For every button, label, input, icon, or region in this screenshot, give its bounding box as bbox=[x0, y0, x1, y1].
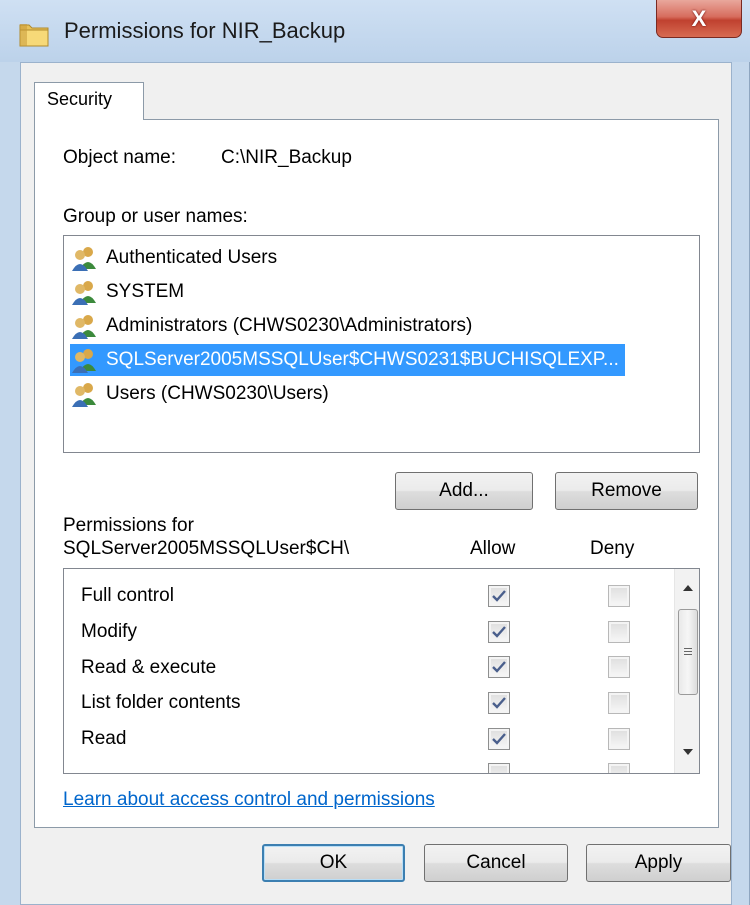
object-name-label: Object name: bbox=[63, 147, 176, 168]
permissions-dialog: Permissions for NIR_Backup X Security Ob… bbox=[0, 0, 750, 905]
list-item-label: SQLServer2005MSSQLUser$CHWS0231$BUCHISQL… bbox=[106, 349, 619, 370]
permission-label: Full control bbox=[81, 584, 174, 606]
permission-label: Read bbox=[81, 727, 127, 749]
users-icon bbox=[72, 281, 96, 305]
title-bar[interactable]: Permissions for NIR_Backup X bbox=[0, 0, 750, 62]
folder-icon bbox=[18, 20, 50, 48]
permissions-for-principal: SQLServer2005MSSQLUser$CH\ bbox=[63, 538, 350, 559]
allow-checkbox-read-execute[interactable] bbox=[488, 656, 510, 678]
permissions-for-line1: Permissions for bbox=[63, 515, 194, 536]
deny-checkbox-read[interactable] bbox=[608, 728, 630, 750]
permissions-for-label: Permissions for SQLServer2005MSSQLUser$C… bbox=[63, 514, 393, 560]
remove-button[interactable]: Remove bbox=[555, 472, 698, 510]
deny-checkbox-modify[interactable] bbox=[608, 621, 630, 643]
cancel-button[interactable]: Cancel bbox=[424, 844, 568, 882]
object-name-value: C:\NIR_Backup bbox=[221, 147, 352, 168]
group-names-label: Group or user names: bbox=[63, 206, 248, 227]
scroll-up-arrow-icon[interactable] bbox=[675, 575, 699, 601]
close-icon: X bbox=[691, 5, 707, 31]
tab-label: Security bbox=[47, 89, 113, 109]
permissions-list[interactable]: Full control Modify Read & execute List … bbox=[63, 568, 700, 774]
scroll-down-arrow-icon[interactable] bbox=[675, 739, 699, 765]
permission-label: List folder contents bbox=[81, 691, 241, 713]
allow-checkbox-partial[interactable] bbox=[488, 763, 510, 773]
check-icon bbox=[492, 626, 506, 638]
allow-checkbox-list-folder-contents[interactable] bbox=[488, 692, 510, 714]
grip-line bbox=[684, 651, 692, 652]
permissions-scrollbar[interactable] bbox=[674, 569, 699, 773]
group-user-listbox[interactable]: Authenticated Users SYSTEM Administrator… bbox=[63, 235, 700, 453]
deny-checkbox-full-control[interactable] bbox=[608, 585, 630, 607]
list-item-label: Administrators (CHWS0230\Administrators) bbox=[106, 315, 473, 336]
check-icon bbox=[492, 697, 506, 709]
deny-checkbox-list-folder-contents[interactable] bbox=[608, 692, 630, 714]
apply-button[interactable]: Apply bbox=[586, 844, 731, 882]
permission-row-full-control: Full control bbox=[81, 578, 174, 613]
learn-about-access-control-link[interactable]: Learn about access control and permissio… bbox=[63, 789, 435, 811]
list-item-label: Authenticated Users bbox=[106, 247, 278, 268]
users-icon bbox=[72, 315, 96, 339]
tab-security[interactable]: Security bbox=[34, 82, 144, 120]
check-icon bbox=[492, 733, 506, 745]
close-button[interactable]: X bbox=[656, 0, 742, 38]
deny-column-header: Deny bbox=[590, 538, 635, 559]
deny-checkbox-read-execute[interactable] bbox=[608, 656, 630, 678]
permission-row-read: Read bbox=[81, 721, 126, 756]
list-item-users[interactable]: Users (CHWS0230\Users) bbox=[70, 378, 329, 410]
list-item-label: Users (CHWS0230\Users) bbox=[106, 383, 329, 404]
users-icon bbox=[72, 247, 96, 271]
grip-line bbox=[684, 648, 692, 649]
list-item-label: SYSTEM bbox=[106, 281, 185, 302]
permission-row-read-execute: Read & execute bbox=[81, 650, 216, 685]
list-item-sqlserver-user[interactable]: SQLServer2005MSSQLUser$CHWS0231$BUCHISQL… bbox=[70, 344, 625, 376]
scroll-thumb[interactable] bbox=[678, 609, 698, 695]
allow-checkbox-modify[interactable] bbox=[488, 621, 510, 643]
permission-row-list-folder-contents: List folder contents bbox=[81, 685, 240, 720]
check-icon bbox=[492, 661, 506, 673]
grip-line bbox=[684, 654, 692, 655]
users-icon bbox=[72, 383, 96, 407]
list-item-authenticated-users[interactable]: Authenticated Users bbox=[70, 242, 277, 274]
check-icon bbox=[492, 590, 506, 602]
permission-label: Modify bbox=[81, 620, 137, 642]
list-item-system[interactable]: SYSTEM bbox=[70, 276, 184, 308]
window-title: Permissions for NIR_Backup bbox=[64, 18, 346, 43]
deny-checkbox-partial[interactable] bbox=[608, 763, 630, 773]
ok-button[interactable]: OK bbox=[262, 844, 405, 882]
allow-checkbox-read[interactable] bbox=[488, 728, 510, 750]
list-item-administrators[interactable]: Administrators (CHWS0230\Administrators) bbox=[70, 310, 472, 342]
allow-checkbox-full-control[interactable] bbox=[488, 585, 510, 607]
users-icon bbox=[72, 349, 96, 373]
add-button[interactable]: Add... bbox=[395, 472, 533, 510]
allow-column-header: Allow bbox=[470, 538, 516, 559]
permission-label: Read & execute bbox=[81, 656, 217, 678]
permission-row-modify: Modify bbox=[81, 614, 137, 649]
